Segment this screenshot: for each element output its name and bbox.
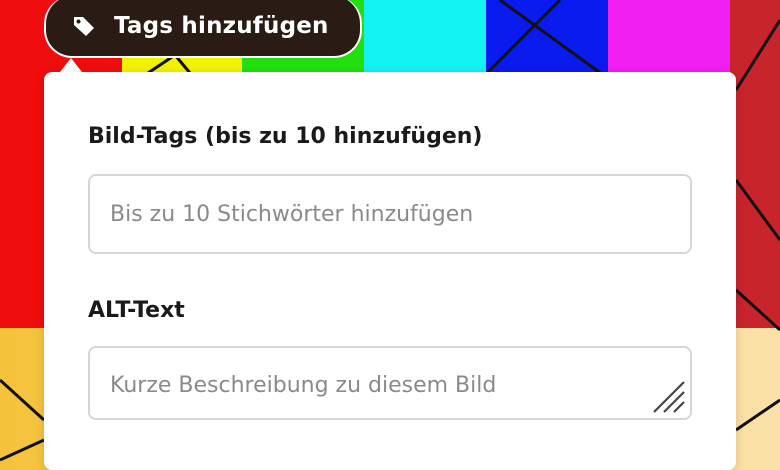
add-tags-label: Tags hinzufügen — [114, 13, 329, 39]
resize-grip-icon[interactable] — [648, 376, 688, 416]
tag-icon — [72, 13, 98, 39]
add-tags-button[interactable]: Tags hinzufügen — [44, 0, 362, 58]
image-tags-input[interactable] — [88, 174, 692, 254]
image-tags-label: Bild-Tags (bis zu 10 hinzufügen) — [88, 124, 483, 149]
alt-text-input[interactable] — [88, 346, 692, 420]
tags-popover: Bild-Tags (bis zu 10 hinzufügen) ALT-Tex… — [44, 72, 736, 470]
alt-text-field — [88, 346, 692, 420]
alt-text-label: ALT-Text — [88, 298, 185, 323]
popover-caret — [60, 58, 82, 72]
